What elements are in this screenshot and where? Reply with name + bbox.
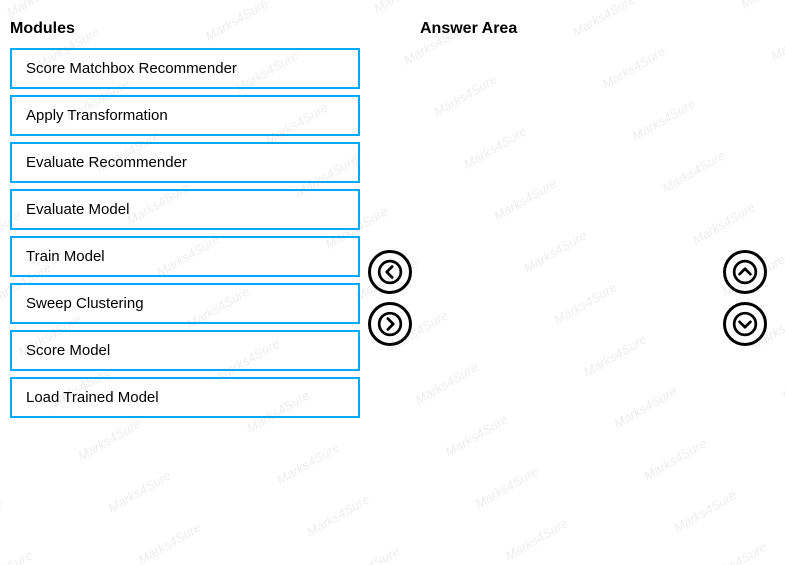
module-item-score-matchbox[interactable]: Score Matchbox Recommender [10, 48, 360, 89]
answer-area-box[interactable] [420, 48, 715, 545]
module-item-sweep-clustering[interactable]: Sweep Clustering [10, 283, 360, 324]
move-right-button[interactable] [368, 302, 412, 346]
answer-area-title: Answer Area [420, 20, 715, 38]
module-item-evaluate-model[interactable]: Evaluate Model [10, 189, 360, 230]
module-item-evaluate-recommender[interactable]: Evaluate Recommender [10, 142, 360, 183]
module-item-load-trained-model[interactable]: Load Trained Model [10, 377, 360, 418]
module-item-apply-transformation[interactable]: Apply Transformation [10, 95, 360, 136]
move-left-button[interactable] [368, 250, 412, 294]
module-item-train-model[interactable]: Train Model [10, 236, 360, 277]
answer-panel: Answer Area [420, 20, 715, 545]
main-container: Modules Score Matchbox Recommender Apply… [0, 0, 785, 565]
modules-title: Modules [10, 20, 360, 38]
move-up-button[interactable] [723, 250, 767, 294]
move-down-button[interactable] [723, 302, 767, 346]
right-controls [715, 20, 775, 545]
modules-panel: Modules Score Matchbox Recommender Apply… [10, 20, 360, 545]
middle-controls [360, 20, 420, 545]
module-item-score-model[interactable]: Score Model [10, 330, 360, 371]
